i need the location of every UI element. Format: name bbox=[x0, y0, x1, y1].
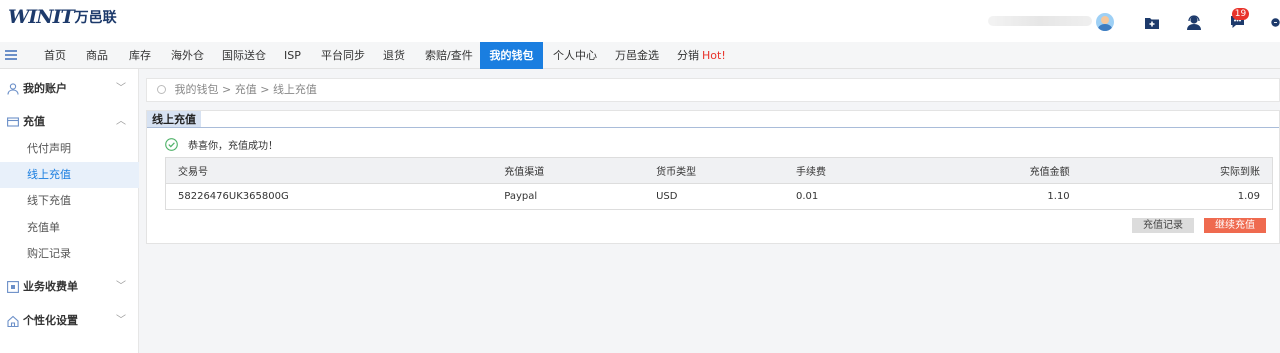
brand-logo[interactable]: WINIT 万邑联 bbox=[8, 6, 117, 28]
bill-icon bbox=[7, 281, 19, 293]
sidebar-group-account[interactable]: 我的账户 ﹀ bbox=[0, 76, 139, 102]
sidebar-item-payment-statement[interactable]: 代付声明 bbox=[0, 136, 139, 162]
wallet-icon bbox=[7, 117, 19, 127]
main-nav: 首页 商品 库存 海外仓 国际送仓 ISP 平台同步 退货 索赔/查件 我的钱包… bbox=[0, 42, 1280, 69]
cell-currency: USD bbox=[656, 183, 796, 210]
table-row: 58226476UK365800G Paypal USD 0.01 1.10 1… bbox=[165, 183, 1273, 210]
notification-badge: 19 bbox=[1232, 8, 1249, 20]
brand-mark: WINIT bbox=[8, 6, 75, 28]
sidebar-item-offline-recharge[interactable]: 线下充值 bbox=[0, 188, 139, 214]
cell-recharge-amount: 1.10 bbox=[960, 183, 1070, 210]
recharge-result-panel: 线上充值 恭喜你，充值成功！ 交易号 充值渠道 货币类型 手续费 充值金额 实际… bbox=[146, 110, 1280, 244]
nav-intl-delivery[interactable]: 国际送仓 bbox=[222, 42, 266, 69]
avatar[interactable] bbox=[1096, 13, 1114, 31]
panel-divider bbox=[147, 127, 1279, 128]
sidebar-group-label: 充值 bbox=[23, 115, 45, 128]
nav-distribution-label: 分销 bbox=[677, 49, 699, 62]
chevron-up-icon: ︿ bbox=[116, 116, 126, 127]
brand-name: 万邑联 bbox=[74, 10, 117, 26]
sidebar-group-recharge[interactable]: 充值 ︿ bbox=[0, 109, 139, 135]
sidebar-group-label: 我的账户 bbox=[23, 82, 67, 95]
breadcrumb-current: 线上充值 bbox=[272, 83, 317, 96]
sidebar-group-label: 业务收费单 bbox=[23, 280, 78, 293]
nav-claims[interactable]: 索赔/查件 bbox=[425, 42, 473, 69]
sidebar-group-personalization[interactable]: 个性化设置 ﹀ bbox=[0, 308, 139, 334]
col-actual-amount: 实际到账 bbox=[1069, 157, 1273, 184]
nav-inventory[interactable]: 库存 bbox=[129, 42, 151, 69]
sidebar-item-recharge-orders[interactable]: 充值单 bbox=[0, 215, 139, 241]
chevron-down-icon: ﹀ bbox=[116, 315, 126, 326]
cell-transaction-id: 58226476UK365800G bbox=[165, 183, 505, 210]
panel-tab-title: 线上充值 bbox=[147, 111, 201, 128]
nav-overseas-warehouse[interactable]: 海外仓 bbox=[171, 42, 204, 69]
col-recharge-amount: 充值金额 bbox=[960, 157, 1070, 184]
cell-fee: 0.01 bbox=[795, 183, 961, 210]
success-text: 恭喜你，充值成功！ bbox=[188, 141, 278, 152]
breadcrumb-separator: > bbox=[260, 83, 270, 96]
check-circle-icon bbox=[165, 138, 178, 151]
col-currency: 货币类型 bbox=[656, 157, 796, 184]
breadcrumb: 我的钱包 > 充值 > 线上充值 bbox=[146, 78, 1280, 102]
table-header-row: 交易号 充值渠道 货币类型 手续费 充值金额 实际到账 bbox=[165, 157, 1273, 184]
sidebar-group-billing[interactable]: 业务收费单 ﹀ bbox=[0, 274, 139, 300]
user-icon bbox=[7, 83, 19, 95]
hot-tag: Hot! bbox=[702, 49, 726, 62]
folder-plus-icon[interactable] bbox=[1144, 14, 1160, 30]
cell-actual-amount: 1.09 bbox=[1069, 183, 1273, 210]
col-transaction-id: 交易号 bbox=[165, 157, 505, 184]
col-channel: 充值渠道 bbox=[504, 157, 657, 184]
chevron-down-icon: ﹀ bbox=[116, 281, 126, 292]
nav-returns[interactable]: 退货 bbox=[383, 42, 405, 69]
nav-distribution[interactable]: 分销 Hot! bbox=[677, 42, 726, 69]
top-header: WINIT 万邑联 19 bbox=[0, 0, 1280, 42]
sidebar: 我的账户 ﹀ 充值 ︿ 代付声明 线上充值 线下充值 充值单 购汇记录 业务收费… bbox=[0, 69, 139, 353]
user-service-icon[interactable] bbox=[1186, 14, 1202, 30]
nav-home[interactable]: 首页 bbox=[44, 42, 66, 69]
recharge-table: 交易号 充值渠道 货币类型 手续费 充值金额 实际到账 58226476UK36… bbox=[165, 157, 1273, 210]
home-icon[interactable] bbox=[157, 85, 166, 94]
nav-curated[interactable]: 万邑金选 bbox=[615, 42, 659, 69]
breadcrumb-wallet[interactable]: 我的钱包 bbox=[175, 83, 219, 96]
sidebar-group-label: 个性化设置 bbox=[23, 314, 78, 327]
username-blurred[interactable] bbox=[988, 16, 1092, 26]
breadcrumb-recharge[interactable]: 充值 bbox=[235, 83, 257, 96]
nav-products[interactable]: 商品 bbox=[86, 42, 108, 69]
nav-isp[interactable]: ISP bbox=[284, 42, 301, 69]
sidebar-item-online-recharge[interactable]: 线上充值 bbox=[0, 162, 139, 188]
recharge-history-button[interactable]: 充值记录 bbox=[1132, 218, 1194, 233]
home-settings-icon bbox=[7, 315, 19, 327]
continue-recharge-button[interactable]: 继续充值 bbox=[1204, 218, 1266, 233]
nav-personal-center[interactable]: 个人中心 bbox=[553, 42, 597, 69]
success-message: 恭喜你，充值成功！ bbox=[165, 137, 278, 152]
cell-channel: Paypal bbox=[504, 183, 657, 210]
menu-toggle-icon[interactable] bbox=[5, 50, 17, 60]
sidebar-item-fx-records[interactable]: 购汇记录 bbox=[0, 241, 139, 267]
power-icon[interactable] bbox=[1271, 14, 1280, 30]
nav-platform-sync[interactable]: 平台同步 bbox=[321, 42, 365, 69]
nav-wallet[interactable]: 我的钱包 bbox=[480, 42, 543, 69]
col-fee: 手续费 bbox=[795, 157, 961, 184]
chevron-down-icon: ﹀ bbox=[116, 83, 126, 94]
breadcrumb-separator: > bbox=[222, 83, 232, 96]
